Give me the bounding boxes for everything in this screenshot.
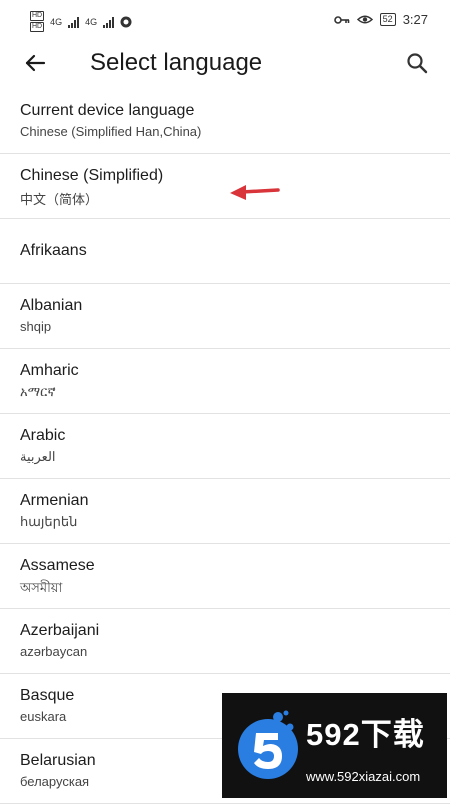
language-item-arabic[interactable]: Arabic العربية [0, 414, 450, 479]
key-icon [333, 15, 349, 24]
language-native-name: አማርኛ [20, 384, 56, 399]
status-left: HD HD 4G 4G [30, 11, 132, 32]
language-name: Afrikaans [20, 242, 87, 259]
language-item-armenian[interactable]: Armenian հայերեն [0, 479, 450, 544]
sim-indicators: HD HD [30, 11, 45, 32]
language-item-current-device[interactable]: Current device language Chinese (Simplif… [0, 89, 450, 154]
notification-app-icon [120, 16, 132, 27]
language-item-albanian[interactable]: Albanian shqip [0, 284, 450, 349]
language-name: Current device language [20, 102, 195, 119]
language-native-name: العربية [20, 449, 56, 464]
network2-label: 4G [85, 16, 98, 27]
app-bar: Select language [0, 40, 450, 86]
language-item-chinese-simplified[interactable]: Chinese (Simplified) 中文（简体） [0, 154, 450, 219]
status-bar: HD HD 4G 4G 52 3:27 [0, 0, 450, 40]
sim2-badge: HD [30, 22, 45, 32]
arrow-back-icon [25, 54, 46, 72]
language-native-name: Chinese (Simplified Han,China) [20, 124, 202, 139]
eye-icon [356, 15, 373, 24]
page-title: Select language [90, 49, 263, 76]
language-name: Armenian [20, 492, 89, 509]
battery-indicator: 52 [379, 13, 396, 26]
network1-label: 4G [50, 16, 63, 27]
sim1-badge: HD [30, 11, 45, 21]
signal1-icon [68, 16, 80, 28]
language-name: Belarusian [20, 752, 96, 769]
language-name: Albanian [20, 297, 83, 314]
back-button[interactable] [18, 46, 52, 80]
language-name: Amharic [20, 362, 79, 379]
language-name: Basque [20, 687, 75, 704]
language-name: Chinese (Simplified) [20, 167, 164, 184]
language-name: Assamese [20, 557, 95, 574]
language-native-name: беларуская [20, 774, 90, 789]
language-name: Arabic [20, 427, 66, 444]
signal2-icon [103, 16, 115, 28]
language-item-afrikaans[interactable]: Afrikaans [0, 219, 450, 284]
language-name: Azerbaijani [20, 622, 100, 639]
language-native-name: euskara [20, 709, 67, 724]
search-button[interactable] [400, 46, 434, 80]
status-right: 52 3:27 [333, 12, 428, 27]
language-native-name: azərbaycan [20, 644, 88, 659]
language-item-azerbaijani[interactable]: Azerbaijani azərbaycan [0, 609, 450, 674]
watermark-logo-icon [238, 710, 298, 779]
language-native-name: shqip [20, 319, 52, 334]
watermark-brand: 592下载 [306, 717, 425, 752]
watermark-url: www.592xiazai.com [306, 769, 421, 784]
red-arrow-icon [230, 185, 280, 200]
watermark-overlay: 592下载 www.592xiazai.com [222, 693, 447, 798]
search-icon [407, 53, 428, 74]
status-time: 3:27 [402, 12, 428, 27]
language-native-name: 中文（简体） [20, 192, 99, 207]
language-native-name: অসমীয়া [20, 580, 63, 595]
language-item-amharic[interactable]: Amharic አማርኛ [0, 349, 450, 414]
language-item-assamese[interactable]: Assamese অসমীয়া [0, 544, 450, 609]
language-native-name: հայերեն [20, 514, 78, 529]
